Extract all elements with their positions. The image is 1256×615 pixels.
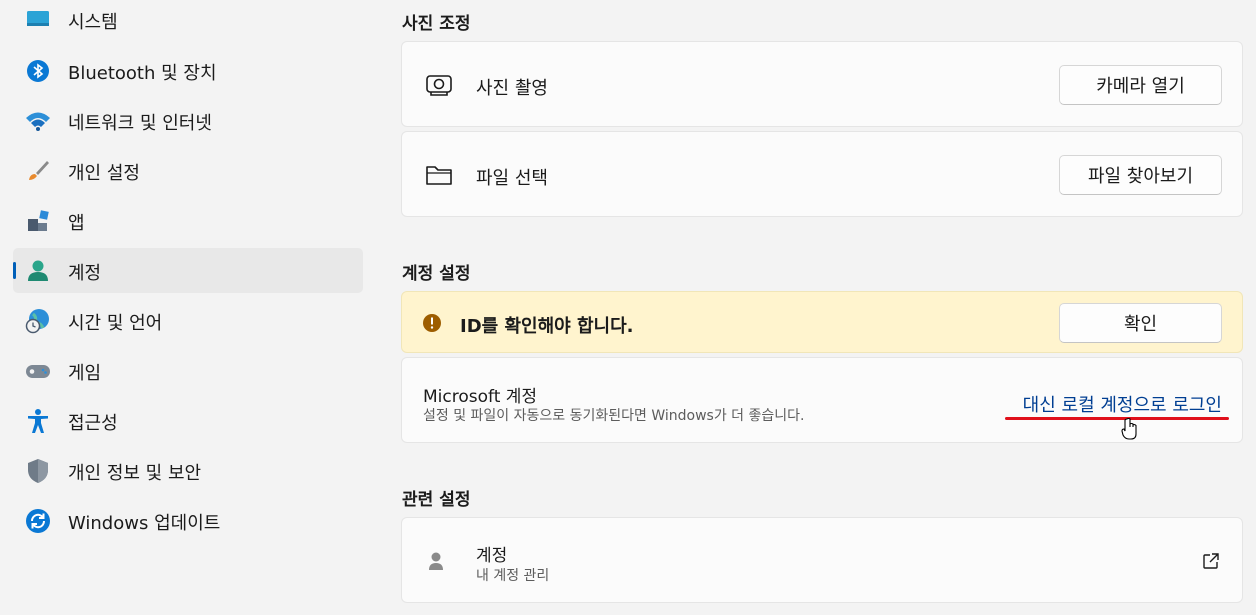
- shield-icon: [25, 458, 51, 484]
- highlight-underline: [1005, 417, 1229, 420]
- apps-icon: [25, 208, 51, 234]
- update-icon: [25, 508, 51, 534]
- sidebar-item-label: 시스템: [68, 12, 118, 33]
- related-accounts-title: 계정: [476, 546, 508, 566]
- choose-file-label: 파일 선택: [476, 168, 548, 189]
- sidebar-item-network[interactable]: 네트워크 및 인터넷: [13, 98, 363, 143]
- verify-identity-text: ID를 확인해야 합니다.: [460, 316, 634, 337]
- hand-cursor-icon: [1121, 417, 1139, 445]
- account-icon: [25, 258, 51, 284]
- microsoft-account-description: 설정 및 파일이 자동으로 동기화된다면 Windows가 더 좋습니다.: [423, 408, 805, 424]
- wifi-icon: [25, 108, 51, 134]
- sidebar-item-label: Bluetooth 및 장치: [68, 63, 217, 84]
- folder-icon: [424, 160, 454, 190]
- choose-file-card: 파일 선택 파일 찾아보기: [401, 131, 1243, 217]
- open-camera-button[interactable]: 카메라 열기: [1059, 65, 1222, 105]
- microsoft-account-title: Microsoft 계정: [423, 387, 538, 407]
- sidebar-item-apps[interactable]: 앱: [13, 198, 363, 243]
- bluetooth-icon: [25, 58, 51, 84]
- verify-identity-card: ID를 확인해야 합니다. 확인: [401, 291, 1243, 353]
- camera-icon: [424, 70, 454, 100]
- sidebar-item-label: 계정: [68, 263, 102, 284]
- person-icon: [426, 551, 446, 571]
- open-external-icon[interactable]: [1202, 552, 1220, 570]
- sidebar: 시스템 Bluetooth 및 장치 네트워크 및 인터넷 개인 설정 앱 계정: [0, 0, 380, 615]
- microsoft-account-card: Microsoft 계정 설정 및 파일이 자동으로 동기화된다면 Window…: [401, 357, 1243, 443]
- sign-in-local-account-link[interactable]: 대신 로컬 계정으로 로그인: [1023, 391, 1222, 417]
- sidebar-item-gaming[interactable]: 게임: [13, 348, 363, 393]
- section-title-account: 계정 설정: [402, 264, 471, 284]
- sidebar-item-system[interactable]: 시스템: [13, 0, 363, 42]
- sidebar-item-personalization[interactable]: 개인 설정: [13, 148, 363, 193]
- warning-icon: [422, 313, 442, 333]
- sidebar-item-windows-update[interactable]: Windows 업데이트: [13, 498, 363, 543]
- related-accounts-subtitle: 내 계정 관리: [476, 568, 550, 584]
- sidebar-item-label: 접근성: [68, 413, 118, 434]
- sidebar-item-label: 개인 설정: [68, 163, 140, 184]
- sidebar-item-label: 게임: [68, 363, 102, 384]
- sidebar-item-bluetooth[interactable]: Bluetooth 및 장치: [13, 48, 363, 93]
- section-title-related: 관련 설정: [402, 490, 471, 510]
- sidebar-item-label: 네트워크 및 인터넷: [68, 113, 212, 134]
- sidebar-item-accounts[interactable]: 계정: [13, 248, 363, 293]
- sidebar-item-label: Windows 업데이트: [68, 513, 221, 534]
- system-icon: [25, 7, 51, 33]
- gamepad-icon: [25, 358, 51, 384]
- take-photo-label: 사진 촬영: [476, 78, 548, 99]
- related-accounts-card[interactable]: 계정 내 계정 관리: [401, 517, 1243, 603]
- accessibility-icon: [25, 408, 51, 434]
- sidebar-item-privacy[interactable]: 개인 정보 및 보안: [13, 448, 363, 493]
- sidebar-item-time-language[interactable]: 시간 및 언어: [13, 298, 363, 343]
- verify-button[interactable]: 확인: [1059, 303, 1222, 343]
- sidebar-item-label: 앱: [68, 213, 85, 234]
- take-photo-card: 사진 촬영 카메라 열기: [401, 41, 1243, 127]
- section-title-photo: 사진 조정: [402, 14, 471, 34]
- sidebar-item-label: 시간 및 언어: [68, 313, 163, 334]
- active-indicator: [13, 262, 16, 279]
- sidebar-item-label: 개인 정보 및 보안: [68, 463, 202, 484]
- globe-clock-icon: [25, 308, 51, 334]
- brush-icon: [25, 158, 51, 184]
- sidebar-item-accessibility[interactable]: 접근성: [13, 398, 363, 443]
- browse-files-button[interactable]: 파일 찾아보기: [1059, 155, 1222, 195]
